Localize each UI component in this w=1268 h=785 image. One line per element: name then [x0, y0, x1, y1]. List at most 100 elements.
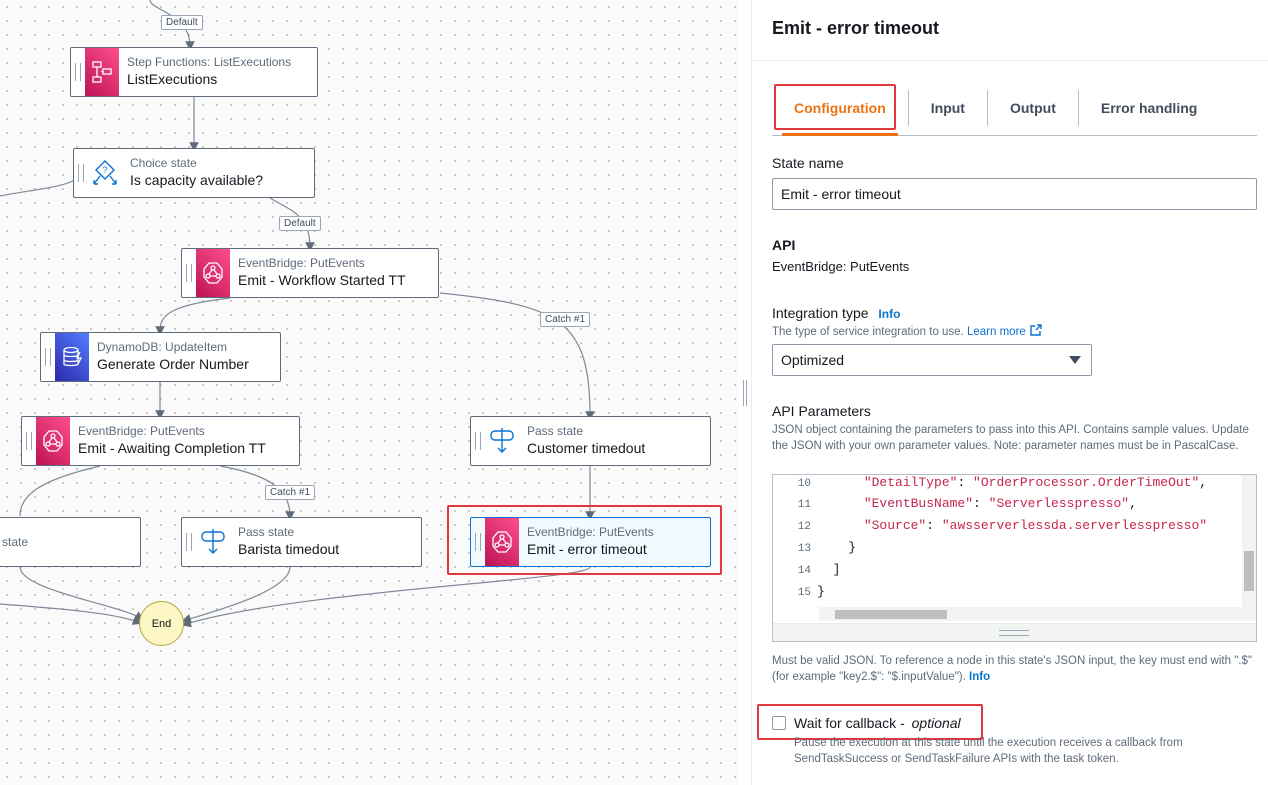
edge-label-catch: Catch #1 — [265, 485, 316, 500]
node-name: ListExecutions — [127, 71, 218, 87]
external-link-icon — [1030, 324, 1042, 336]
select-value: Optimized — [781, 352, 845, 368]
node-type: state — [2, 534, 29, 549]
edge-label-catch: Catch #1 — [540, 312, 591, 327]
editor-resize-handle[interactable] — [773, 623, 1256, 641]
state-node-emit-awaiting-completion[interactable]: EventBridge: PutEvents Emit - Awaiting C… — [21, 416, 300, 466]
edge-label-default: Default — [161, 15, 203, 30]
edge — [0, 603, 143, 625]
inspector-panel: Emit - error timeout Configuration Input… — [752, 0, 1268, 785]
horizontal-scrollbar[interactable] — [819, 607, 1256, 621]
tab-error-handling[interactable]: Error handling — [1077, 90, 1219, 126]
scroll-thumb[interactable] — [1244, 551, 1254, 591]
state-node-choice[interactable]: ? Choice state Is capacity available? — [73, 148, 315, 198]
svg-text:?: ? — [103, 165, 108, 175]
wait-for-callback-checkbox[interactable] — [772, 716, 786, 730]
api-parameters-label: API Parameters — [772, 403, 871, 419]
state-name-input[interactable] — [772, 178, 1257, 210]
tab-output[interactable]: Output — [986, 90, 1078, 126]
node-name: Barista timedout — [238, 541, 340, 557]
api-value: EventBridge: PutEvents — [772, 259, 910, 274]
drag-handle[interactable] — [22, 417, 36, 465]
integration-type-select[interactable]: Optimized — [772, 344, 1092, 376]
node-type: EventBridge: PutEvents — [238, 256, 365, 270]
node-type: Pass state — [527, 424, 584, 438]
json-note: Must be valid JSON. To reference a node … — [772, 653, 1262, 685]
wait-for-callback-label[interactable]: Wait for callback - optional — [794, 715, 961, 731]
panel-splitter[interactable] — [738, 0, 752, 785]
node-type: Pass state — [238, 525, 295, 539]
api-label: API — [772, 237, 796, 253]
dynamodb-icon — [55, 333, 89, 381]
code-line: 10 "DetailType": "OrderProcessor.OrderTi… — [797, 475, 1208, 490]
state-node-emit-error-timeout[interactable]: EventBridge: PutEvents Emit - error time… — [470, 517, 711, 567]
eventbridge-icon — [36, 417, 70, 465]
state-node-partial[interactable]: state — [0, 517, 141, 567]
tab-configuration[interactable]: Configuration — [772, 90, 908, 136]
wait-for-callback-desc: Pause the execution at this state until … — [794, 737, 1183, 765]
splitter-grip — [742, 379, 747, 406]
integration-type-text: Integration type — [772, 305, 869, 321]
code-line: 15} — [797, 584, 825, 599]
end-node[interactable]: End — [139, 601, 184, 646]
integration-desc-text: The type of service integration to use. — [772, 326, 964, 338]
code-line: 11 "EventBusName": "Serverlesspresso", — [797, 496, 1137, 511]
edge-label-default: Default — [279, 216, 321, 231]
node-type: DynamoDB: UpdateItem — [97, 340, 228, 354]
caret-down-icon — [1069, 356, 1081, 364]
workflow-edges — [0, 0, 595, 628]
node-name: Emit - Awaiting Completion TT — [78, 440, 266, 456]
node-name: Is capacity available? — [130, 172, 264, 188]
panel-title: Emit - error timeout — [772, 18, 940, 38]
edge — [0, 179, 76, 197]
optional-text: optional — [911, 715, 961, 731]
callback-label-text: Wait for callback - — [794, 715, 905, 731]
drag-handle[interactable] — [41, 333, 55, 381]
info-link[interactable]: Info — [969, 671, 990, 683]
node-type: Step Functions: ListExecutions — [127, 55, 292, 69]
integration-type-label: Integration type Info — [772, 305, 900, 321]
workflow-canvas[interactable]: Default Default Catch #1 Catch #1 Step F… — [0, 0, 738, 785]
state-name-label: State name — [772, 155, 844, 171]
tab-bar: Configuration Input Output Error handlin… — [772, 90, 1257, 136]
code-line: 12 "Source": "awsserverlessda.serverless… — [797, 518, 1208, 533]
json-editor[interactable]: 10 "DetailType": "OrderProcessor.OrderTi… — [772, 474, 1257, 642]
node-type: EventBridge: PutEvents — [78, 424, 205, 438]
drag-handle[interactable] — [71, 48, 85, 96]
state-node-generate-order-number[interactable]: DynamoDB: UpdateItem Generate Order Numb… — [40, 332, 281, 382]
state-node-customer-timedout[interactable]: Pass state Customer timedout — [470, 416, 711, 466]
learn-more-link[interactable]: Learn more — [967, 326, 1026, 338]
edge — [181, 566, 591, 628]
node-name: Customer timedout — [527, 440, 646, 456]
tab-input[interactable]: Input — [907, 90, 987, 126]
eventbridge-icon — [485, 518, 519, 566]
vertical-scrollbar[interactable] — [1242, 475, 1256, 607]
drag-handle[interactable] — [471, 417, 485, 465]
info-link[interactable]: Info — [878, 307, 900, 321]
pass-icon — [485, 417, 519, 465]
drag-handle[interactable] — [182, 249, 196, 297]
edge — [19, 465, 101, 517]
eventbridge-icon — [196, 249, 230, 297]
json-note-text: Must be valid JSON. To reference a node … — [772, 655, 1252, 683]
state-node-list-executions[interactable]: Step Functions: ListExecutions ListExecu… — [70, 47, 318, 97]
drag-handle[interactable] — [74, 149, 88, 197]
step-functions-icon — [85, 48, 119, 96]
node-name: Emit - Workflow Started TT — [238, 272, 406, 288]
node-name: Generate Order Number — [97, 356, 249, 372]
node-type: EventBridge: PutEvents — [527, 525, 654, 539]
drag-handle[interactable] — [182, 518, 196, 566]
drag-handle[interactable] — [471, 518, 485, 566]
integration-type-desc: The type of service integration to use. … — [772, 324, 1042, 340]
divider — [752, 60, 1268, 61]
choice-icon: ? — [88, 149, 122, 197]
node-name: Emit - error timeout — [527, 541, 647, 557]
state-node-barista-timedout[interactable]: Pass state Barista timedout — [181, 517, 422, 567]
code-line: 14 ] — [797, 562, 841, 577]
edge — [19, 566, 145, 621]
pass-icon — [196, 518, 230, 566]
scroll-thumb[interactable] — [835, 610, 947, 619]
edge — [155, 297, 231, 336]
state-node-emit-workflow-started[interactable]: EventBridge: PutEvents Emit - Workflow S… — [181, 248, 439, 298]
api-parameters-desc: JSON object containing the parameters to… — [772, 424, 1249, 452]
